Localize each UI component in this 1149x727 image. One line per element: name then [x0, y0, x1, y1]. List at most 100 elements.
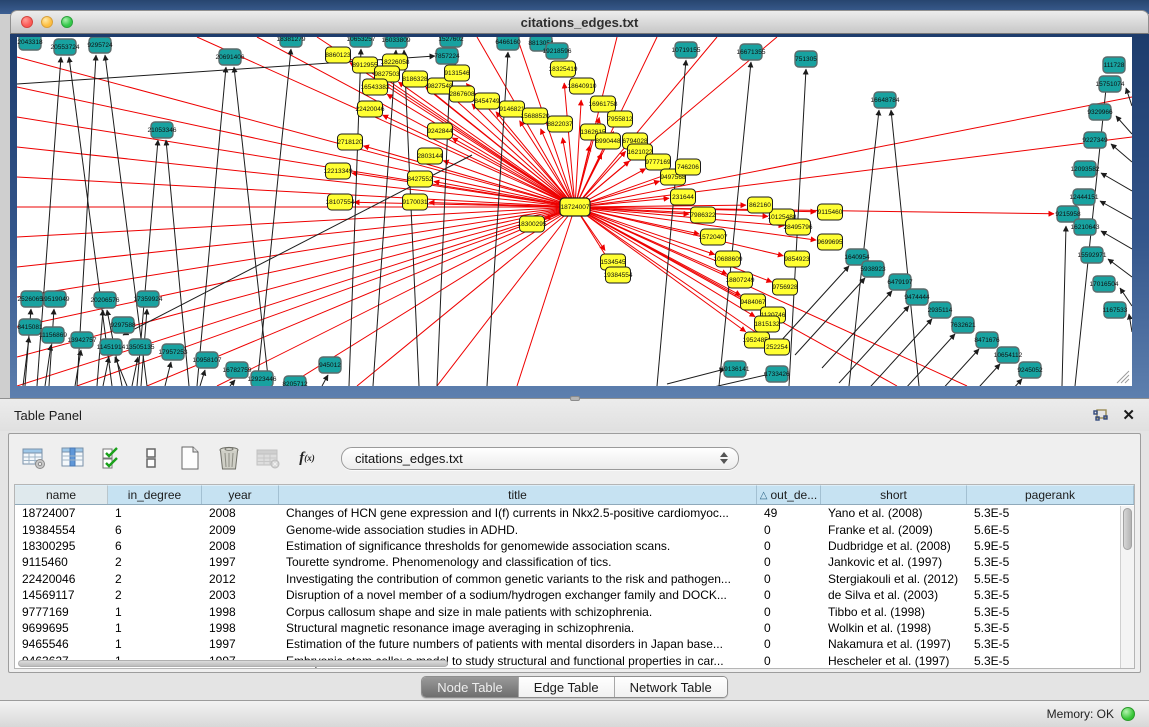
graph-edge[interactable] [75, 350, 81, 386]
row-height-icon[interactable] [138, 445, 164, 471]
table-cell[interactable]: Jankovic et al. (1997) [821, 555, 967, 569]
graph-edge[interactable] [322, 375, 328, 386]
graph-edge[interactable] [1108, 259, 1132, 277]
table-cell[interactable]: Franke et al. (2009) [821, 523, 967, 537]
graph-edge[interactable] [839, 306, 909, 383]
graph-edge[interactable] [891, 110, 919, 386]
table-cell[interactable]: 0 [757, 555, 821, 569]
graph-edge[interactable] [437, 49, 451, 386]
graph-edge[interactable] [257, 49, 291, 386]
table-cell[interactable]: 2 [108, 588, 202, 602]
table-cell[interactable]: 9699695 [15, 621, 108, 635]
graph-edge[interactable] [575, 137, 1132, 207]
table-settings-icon[interactable] [21, 445, 47, 471]
column-header-title[interactable]: title [279, 485, 757, 504]
table-cell[interactable]: 2008 [202, 539, 279, 553]
graph-edge[interactable] [930, 364, 1000, 386]
table-cell[interactable]: 5.9E-5 [967, 539, 1134, 553]
graph-edge[interactable] [383, 115, 575, 207]
table-cell[interactable]: 5.3E-5 [967, 588, 1134, 602]
table-cell[interactable]: Stergiakouli et al. (2012) [821, 572, 967, 586]
table-cell[interactable]: Wolkin et al. (1998) [821, 621, 967, 635]
function-builder-icon[interactable]: f(x) [294, 445, 320, 471]
select-columns-icon[interactable] [99, 445, 125, 471]
table-cell[interactable]: 1 [108, 621, 202, 635]
table-cell[interactable]: Disruption of a novel member of a sodium… [279, 588, 757, 602]
zoom-window-button[interactable] [61, 16, 73, 28]
graph-edge[interactable] [795, 278, 865, 355]
graph-edge[interactable] [575, 207, 772, 282]
table-cell[interactable]: 0 [757, 637, 821, 651]
table-cell[interactable]: 5.3E-5 [967, 506, 1134, 520]
table-cell[interactable]: 18300295 [15, 539, 108, 553]
column-header-name[interactable]: name [15, 485, 108, 504]
table-row[interactable]: 2242004622012Investigating the contribut… [15, 571, 1134, 587]
table-cell[interactable]: 18724007 [15, 506, 108, 520]
new-table-icon[interactable] [177, 445, 203, 471]
column-header-pagerank[interactable]: pagerank [967, 485, 1134, 504]
table-cell[interactable]: 1 [108, 637, 202, 651]
table-cell[interactable]: Yano et al. (2008) [821, 506, 967, 520]
table-cell[interactable]: 2012 [202, 572, 279, 586]
close-window-button[interactable] [21, 16, 33, 28]
table-cell[interactable]: 0 [757, 572, 821, 586]
graph-edge[interactable] [657, 60, 686, 386]
panel-divider-grip[interactable] [570, 396, 580, 401]
table-cell[interactable]: 14569117 [15, 588, 108, 602]
table-cell[interactable]: 5.3E-5 [967, 621, 1134, 635]
table-cell[interactable]: 1 [108, 605, 202, 619]
float-panel-icon[interactable] [1093, 409, 1108, 422]
tab-edge-table[interactable]: Edge Table [519, 677, 615, 697]
graph-edge[interactable] [17, 207, 575, 297]
column-header-short[interactable]: short [821, 485, 967, 504]
table-cell[interactable]: 1998 [202, 605, 279, 619]
table-cell[interactable]: Hescheler et al. (1997) [821, 654, 967, 668]
graph-edge[interactable] [1062, 226, 1066, 386]
graph-edge[interactable] [1129, 314, 1132, 332]
graph-edge[interactable] [165, 362, 171, 386]
table-cell[interactable]: Genome-wide association studies in ADHD. [279, 523, 757, 537]
table-cell[interactable]: Corpus callosum shape and size in male p… [279, 605, 757, 619]
table-cell[interactable]: de Silva et al. (2003) [821, 588, 967, 602]
table-cell[interactable]: 5.3E-5 [967, 637, 1134, 651]
graph-edge[interactable] [822, 291, 892, 368]
table-cell[interactable]: 5.6E-5 [967, 523, 1134, 537]
table-cell[interactable]: 1997 [202, 555, 279, 569]
network-canvas[interactable]: 8860123891295518226058982750316543382818… [17, 37, 1132, 386]
graph-edge[interactable] [357, 207, 575, 386]
table-row[interactable]: 977716911998Corpus callosum shape and si… [15, 603, 1134, 619]
table-row[interactable]: 1872400712008Changes of HCN gene express… [15, 505, 1134, 521]
table-row[interactable]: 946554611997Estimation of the future num… [15, 636, 1134, 652]
table-cell[interactable]: 9777169 [15, 605, 108, 619]
close-panel-icon[interactable]: ✕ [1122, 408, 1135, 423]
graph-edge[interactable] [437, 207, 575, 386]
table-cell[interactable]: Tibbo et al. (1998) [821, 605, 967, 619]
graph-edge[interactable] [575, 100, 581, 207]
graph-edge[interactable] [103, 357, 109, 386]
show-column-icon[interactable] [60, 445, 86, 471]
table-cell[interactable]: 5.3E-5 [967, 555, 1134, 569]
table-cell[interactable]: Dudbridge et al. (2008) [821, 539, 967, 553]
graph-edge[interactable] [952, 379, 1022, 386]
graph-edge[interactable] [862, 319, 932, 386]
graph-edge[interactable] [885, 334, 955, 386]
vertical-scrollbar-thumb[interactable] [1123, 508, 1132, 550]
table-cell[interactable]: Structural magnetic resonance image aver… [279, 621, 757, 635]
graph-edge[interactable] [105, 55, 147, 386]
table-cell[interactable]: 0 [757, 654, 821, 668]
table-cell[interactable]: 1 [108, 506, 202, 520]
table-cell[interactable]: 9115460 [15, 555, 108, 569]
table-cell[interactable]: 9465546 [15, 637, 108, 651]
table-cell[interactable]: 6 [108, 523, 202, 537]
table-cell[interactable]: 2009 [202, 523, 279, 537]
table-row[interactable]: 911546021997Tourette syndrome. Phenomeno… [15, 554, 1134, 570]
graph-edge[interactable] [234, 67, 269, 386]
tab-network-table[interactable]: Network Table [615, 677, 727, 697]
horizontal-scrollbar-thumb[interactable] [18, 660, 448, 667]
table-cell[interactable]: 1998 [202, 621, 279, 635]
table-row[interactable]: 969969511998Structural magnetic resonanc… [15, 620, 1134, 636]
graph-edge[interactable] [667, 369, 725, 384]
graph-edge[interactable] [575, 97, 1132, 207]
table-cell[interactable]: 0 [757, 588, 821, 602]
network-window-titlebar[interactable]: citations_edges.txt [10, 10, 1149, 34]
